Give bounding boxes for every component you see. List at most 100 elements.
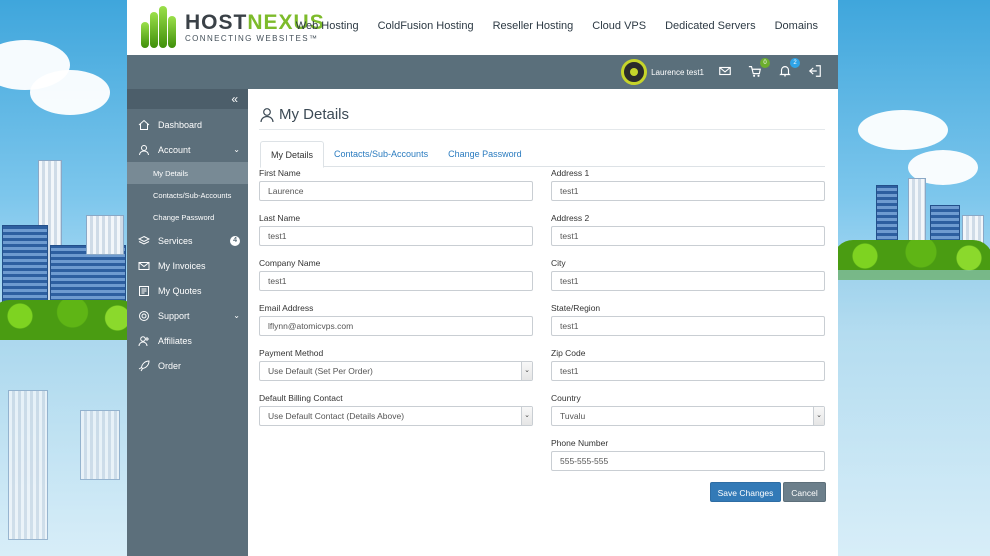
company-name-input[interactable]: test1 <box>259 271 533 291</box>
state-field: State/Region test1 <box>551 303 825 336</box>
tab-change-password[interactable]: Change Password <box>438 141 532 167</box>
billing-contact-value: Use Default Contact (Details Above) <box>268 411 405 421</box>
last-name-field: Last Name test1 <box>259 213 533 246</box>
sidebar-item-support[interactable]: Support ⌄ <box>127 303 248 328</box>
quote-icon <box>139 285 149 296</box>
sidebar-item-my-quotes[interactable]: My Quotes <box>127 278 248 303</box>
user-icon <box>139 144 149 155</box>
background-scenery-left <box>0 0 128 556</box>
sidebar-item-label: My Invoices <box>158 260 206 271</box>
address2-label: Address 2 <box>551 213 590 223</box>
address1-label: Address 1 <box>551 168 590 178</box>
country-label: Country <box>551 393 581 403</box>
sidebar-item-services[interactable]: Services 4 <box>127 228 248 253</box>
sidebar-item-label: Dashboard <box>158 119 203 130</box>
top-navigation: Web Hosting ColdFusion Hosting Reseller … <box>296 20 818 32</box>
sidebar: « Dashboard Account ⌄ My Details Contact… <box>127 89 248 556</box>
sidebar-item-label: Services <box>158 235 193 246</box>
bell-icon[interactable]: 2 <box>778 58 800 80</box>
phone-input[interactable]: 555-555-555 <box>551 451 825 471</box>
layers-icon <box>138 235 150 245</box>
tab-contacts[interactable]: Contacts/Sub-Accounts <box>324 141 438 167</box>
nav-cloud-vps[interactable]: Cloud VPS <box>592 20 646 32</box>
first-name-label: First Name <box>259 168 301 178</box>
nav-dedicated-servers[interactable]: Dedicated Servers <box>665 20 756 32</box>
sidebar-item-label: My Quotes <box>158 285 202 296</box>
logo-tagline: CONNECTING WEBSITES™ <box>185 33 319 43</box>
payment-method-select[interactable]: Use Default (Set Per Order) ⌄ <box>259 361 533 381</box>
username-label[interactable]: Laurence test1 <box>651 68 704 77</box>
payment-method-field: Payment Method Use Default (Set Per Orde… <box>259 348 533 381</box>
site-header: HOSTNEXUS CONNECTING WEBSITES™ Web Hosti… <box>127 0 838 55</box>
country-value: Tuvalu <box>560 411 586 421</box>
phone-label: Phone Number <box>551 438 609 448</box>
logo-mark-icon <box>139 6 179 48</box>
user-icon <box>260 107 274 122</box>
billing-contact-select[interactable]: Use Default Contact (Details Above) ⌄ <box>259 406 533 426</box>
lifebuoy-icon <box>139 310 149 321</box>
email-field: Email Address lflynn@atomicvps.com <box>259 303 533 336</box>
state-label: State/Region <box>551 303 601 313</box>
sidebar-item-label: Support <box>158 310 190 321</box>
sidebar-item-my-invoices[interactable]: My Invoices <box>127 253 248 278</box>
sidebar-item-order[interactable]: Order <box>127 353 248 378</box>
chevron-down-icon: ⌄ <box>233 145 240 154</box>
page-title: My Details <box>259 106 349 123</box>
user-toolbar: Laurence test1 0 2 <box>127 55 838 89</box>
sidebar-item-label: Order <box>158 360 182 371</box>
address2-field: Address 2 test1 <box>551 213 825 246</box>
logout-icon[interactable] <box>808 64 824 80</box>
page-title-text: My Details <box>279 106 350 123</box>
address1-input[interactable]: test1 <box>551 181 825 201</box>
company-name-label: Company Name <box>259 258 321 268</box>
billing-contact-field: Default Billing Contact Use Default Cont… <box>259 393 533 426</box>
avatar[interactable] <box>621 59 648 85</box>
city-label: City <box>551 258 566 268</box>
main-panel: My Details My Details Contacts/Sub-Accou… <box>248 89 838 556</box>
collapse-sidebar-button[interactable]: « <box>127 89 248 109</box>
sidebar-subitem-change-password[interactable]: Change Password <box>127 206 248 228</box>
sidebar-item-affiliates[interactable]: Affiliates <box>127 328 248 353</box>
chevron-down-icon: ⌄ <box>233 311 240 320</box>
save-changes-button[interactable]: Save Changes <box>710 482 781 502</box>
first-name-input[interactable]: Laurence <box>259 181 533 201</box>
cancel-button[interactable]: Cancel <box>783 482 826 502</box>
payment-method-label: Payment Method <box>259 348 324 358</box>
tab-bar: My Details Contacts/Sub-Accounts Change … <box>260 141 825 168</box>
envelope-icon <box>138 261 150 270</box>
nav-domains[interactable]: Domains <box>775 20 818 32</box>
sidebar-item-dashboard[interactable]: Dashboard <box>127 112 248 137</box>
sidebar-item-account[interactable]: Account ⌄ <box>127 137 248 162</box>
nav-reseller-hosting[interactable]: Reseller Hosting <box>493 20 574 32</box>
cart-count-badge: 0 <box>760 58 770 68</box>
last-name-label: Last Name <box>259 213 301 223</box>
address2-input[interactable]: test1 <box>551 226 825 246</box>
city-field: City test1 <box>551 258 825 291</box>
first-name-field: First Name Laurence <box>259 168 533 201</box>
sidebar-subitem-my-details[interactable]: My Details <box>127 162 248 184</box>
cart-icon[interactable]: 0 <box>748 58 770 80</box>
tab-my-details[interactable]: My Details <box>260 141 325 168</box>
state-input[interactable]: test1 <box>551 316 825 336</box>
nav-web-hosting[interactable]: Web Hosting <box>296 20 359 32</box>
address1-field: Address 1 test1 <box>551 168 825 201</box>
country-field: Country Tuvalu ⌄ <box>551 393 825 426</box>
country-select[interactable]: Tuvalu ⌄ <box>551 406 825 426</box>
nav-coldfusion-hosting[interactable]: ColdFusion Hosting <box>378 20 474 32</box>
divider <box>259 129 825 130</box>
logo-primary-text: HOST <box>185 10 248 34</box>
phone-field: Phone Number 555-555-555 <box>551 438 825 471</box>
company-name-field: Company Name test1 <box>259 258 533 291</box>
rocket-icon <box>138 359 150 371</box>
city-input[interactable]: test1 <box>551 271 825 291</box>
services-count-badge: 4 <box>230 235 240 246</box>
notification-count-badge: 2 <box>790 58 800 68</box>
sidebar-subitem-contacts[interactable]: Contacts/Sub-Accounts <box>127 184 248 206</box>
zip-input[interactable]: test1 <box>551 361 825 381</box>
chevron-down-icon: ⌄ <box>521 407 532 425</box>
last-name-input[interactable]: test1 <box>259 226 533 246</box>
email-input[interactable]: lflynn@atomicvps.com <box>259 316 533 336</box>
chevron-down-icon: ⌄ <box>813 407 824 425</box>
background-scenery-right <box>838 0 990 556</box>
mail-icon[interactable] <box>718 64 734 80</box>
